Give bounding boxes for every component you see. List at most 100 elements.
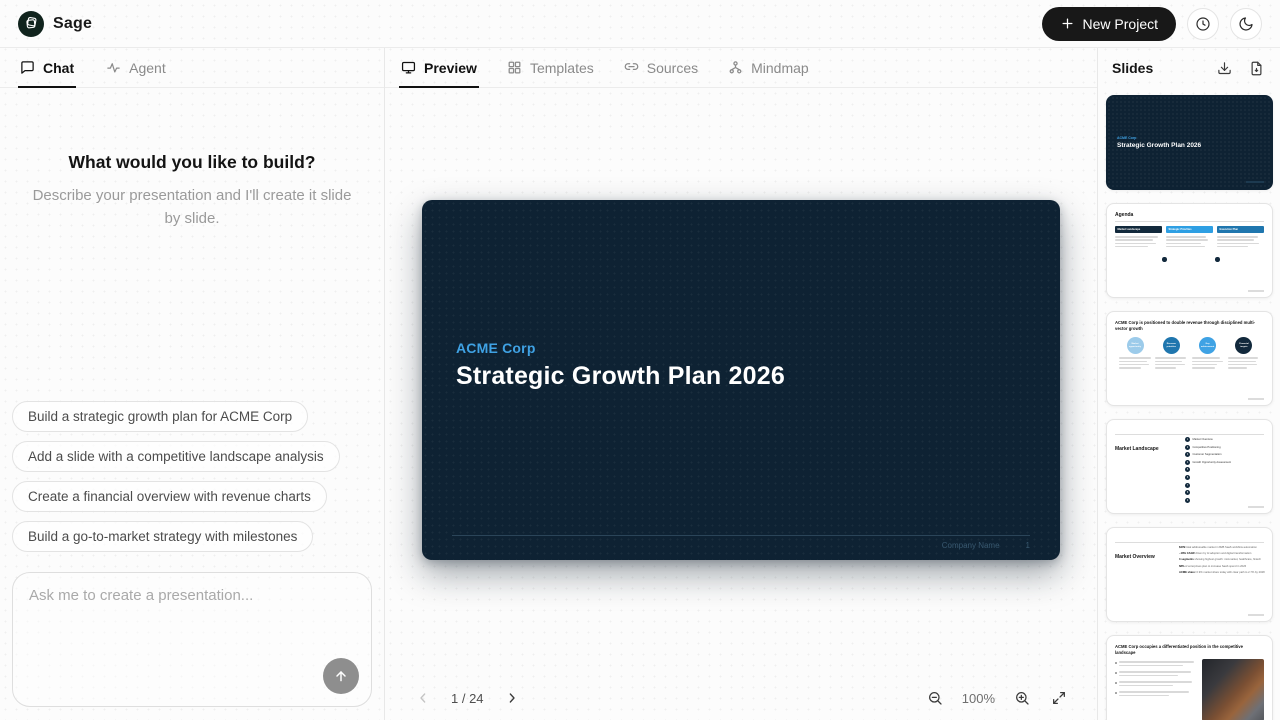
slide-thumbnail-1[interactable]: ACME Corp Strategic Growth Plan 2026	[1106, 95, 1273, 190]
suggestion-chip[interactable]: Add a slide with a competitive landscape…	[12, 441, 340, 472]
list-number: 8	[1185, 490, 1190, 495]
list-number: 9	[1185, 498, 1190, 503]
thumb6-photo	[1202, 659, 1264, 720]
chat-input[interactable]	[13, 573, 371, 651]
slide-title: Strategic Growth Plan 2026	[456, 362, 785, 391]
tab-sources[interactable]: Sources	[624, 48, 698, 87]
expand-icon	[1051, 690, 1067, 706]
slides-panel-title: Slides	[1112, 60, 1153, 76]
stat-circle-cell: Financial targets	[1228, 337, 1260, 370]
monitor-icon	[401, 60, 416, 75]
suggestion-chip[interactable]: Build a strategic growth plan for ACME C…	[12, 401, 308, 432]
chat-tab-bar: Chat Agent	[0, 48, 384, 88]
preview-panel: Preview Templates Sources Mindmap	[385, 48, 1097, 720]
slide-thumbnail-6[interactable]: ACME Corp occupies a differentiated posi…	[1106, 635, 1273, 720]
zoom-in-button[interactable]	[1012, 688, 1032, 708]
stat-circle-cell: Revenue priorities	[1155, 337, 1187, 370]
thumb-footer	[1248, 290, 1264, 292]
connector-dot	[1162, 257, 1167, 262]
slide-footer-company: Company Name	[942, 541, 1000, 550]
thumb4-title: Market Landscape	[1115, 446, 1159, 452]
thumb1-title: Strategic Growth Plan 2026	[1117, 142, 1201, 149]
chat-bubble-icon	[20, 60, 35, 75]
divider	[1115, 434, 1264, 435]
file-export-icon	[1249, 61, 1264, 76]
next-slide-button[interactable]	[502, 688, 522, 708]
prev-slide-button[interactable]	[413, 688, 433, 708]
chat-input-container	[12, 572, 372, 707]
dark-mode-toggle[interactable]	[1230, 8, 1262, 40]
list-number: 1	[1185, 437, 1190, 442]
slide-thumbnail-4[interactable]: Market Landscape 1Market Overview 2Compe…	[1106, 419, 1273, 514]
divider	[1115, 221, 1264, 222]
stat-circle: Market opportunity	[1127, 337, 1144, 354]
send-button[interactable]	[323, 658, 359, 694]
connector-dot	[1215, 257, 1220, 262]
list-number: 5	[1185, 467, 1190, 472]
tab-mindmap-label: Mindmap	[751, 60, 809, 76]
suggestion-chip[interactable]: Build a go-to-market strategy with miles…	[12, 521, 313, 552]
slide-thumbnail-3[interactable]: ACME Corp is positioned to double revenu…	[1106, 311, 1273, 406]
stat-circle-cell: Key achievement	[1192, 337, 1224, 370]
thumb6-title: ACME Corp occupies a differentiated posi…	[1115, 644, 1264, 655]
zoom-in-icon	[1014, 690, 1030, 706]
tab-templates-label: Templates	[530, 60, 594, 76]
tab-preview-label: Preview	[424, 60, 477, 76]
slide-eyebrow: ACME Corp	[456, 340, 536, 356]
fullscreen-button[interactable]	[1049, 688, 1069, 708]
zoom-out-icon	[927, 690, 943, 706]
list-label: Competitive Positioning	[1193, 446, 1221, 449]
empty-state-subtitle: Describe your presentation and I'll crea…	[30, 185, 354, 230]
tab-agent[interactable]: Agent	[106, 48, 166, 87]
stat-circle-cell: Market opportunity	[1119, 337, 1151, 370]
empty-state-title: What would you like to build?	[30, 152, 354, 173]
thumb-footer	[1248, 398, 1264, 400]
tab-templates[interactable]: Templates	[507, 48, 594, 87]
thumb1-footer	[1246, 181, 1264, 183]
new-project-button[interactable]: New Project	[1042, 7, 1176, 41]
grid-icon	[507, 60, 522, 75]
new-project-label: New Project	[1083, 16, 1158, 32]
hierarchy-icon	[728, 60, 743, 75]
arrow-up-icon	[333, 668, 349, 684]
sage-logo-icon	[18, 11, 44, 37]
slides-panel: Slides ACME Corp Strategic Growth Plan	[1097, 48, 1280, 720]
canvas-toolbar: 1 / 24 100%	[385, 676, 1097, 720]
slide-thumbnail-5[interactable]: Market Overview $47B total addressable m…	[1106, 527, 1273, 622]
activity-icon	[106, 60, 121, 75]
chat-panel: Chat Agent What would you like to build?…	[0, 48, 385, 720]
preview-tab-bar: Preview Templates Sources Mindmap	[385, 48, 1097, 88]
chevron-left-icon	[415, 690, 431, 706]
tab-mindmap[interactable]: Mindmap	[728, 48, 809, 87]
history-button[interactable]	[1187, 8, 1219, 40]
list-label: Market Overview	[1193, 438, 1213, 441]
zoom-out-button[interactable]	[925, 688, 945, 708]
suggestion-chips: Build a strategic growth plan for ACME C…	[0, 401, 384, 561]
agenda-column-header: Strategic Priorities	[1166, 226, 1213, 233]
suggestion-chip[interactable]: Create a financial overview with revenue…	[12, 481, 327, 512]
moon-icon	[1238, 16, 1254, 32]
list-label: Growth Opportunity Assessment	[1193, 461, 1232, 464]
download-slides-button[interactable]	[1215, 59, 1234, 78]
slide-preview[interactable]: ACME Corp Strategic Growth Plan 2026 Com…	[422, 200, 1060, 560]
tab-chat[interactable]: Chat	[20, 48, 74, 87]
thumb2-title: Agenda	[1115, 212, 1264, 218]
thumb-footer	[1248, 614, 1264, 616]
list-number: 4	[1185, 460, 1190, 465]
clock-icon	[1195, 16, 1211, 32]
thumb-footer	[1248, 506, 1264, 508]
chat-empty-state: What would you like to build? Describe y…	[0, 152, 384, 230]
export-file-button[interactable]	[1247, 59, 1266, 78]
thumb5-title: Market Overview	[1115, 554, 1155, 560]
tab-agent-label: Agent	[129, 60, 166, 76]
thumb3-title: ACME Corp is positioned to double revenu…	[1115, 320, 1264, 331]
list-number: 2	[1185, 445, 1190, 450]
stat-circle: Key achievement	[1199, 337, 1216, 354]
app-title: Sage	[53, 15, 92, 33]
zoom-level: 100%	[962, 691, 995, 706]
agenda-column-header: Market Landscape	[1115, 226, 1162, 233]
tab-preview[interactable]: Preview	[401, 48, 477, 87]
slide-thumbnail-2[interactable]: Agenda Market Landscape Strategic Priori…	[1106, 203, 1273, 298]
divider	[1115, 542, 1264, 543]
slides-panel-header: Slides	[1098, 48, 1280, 88]
